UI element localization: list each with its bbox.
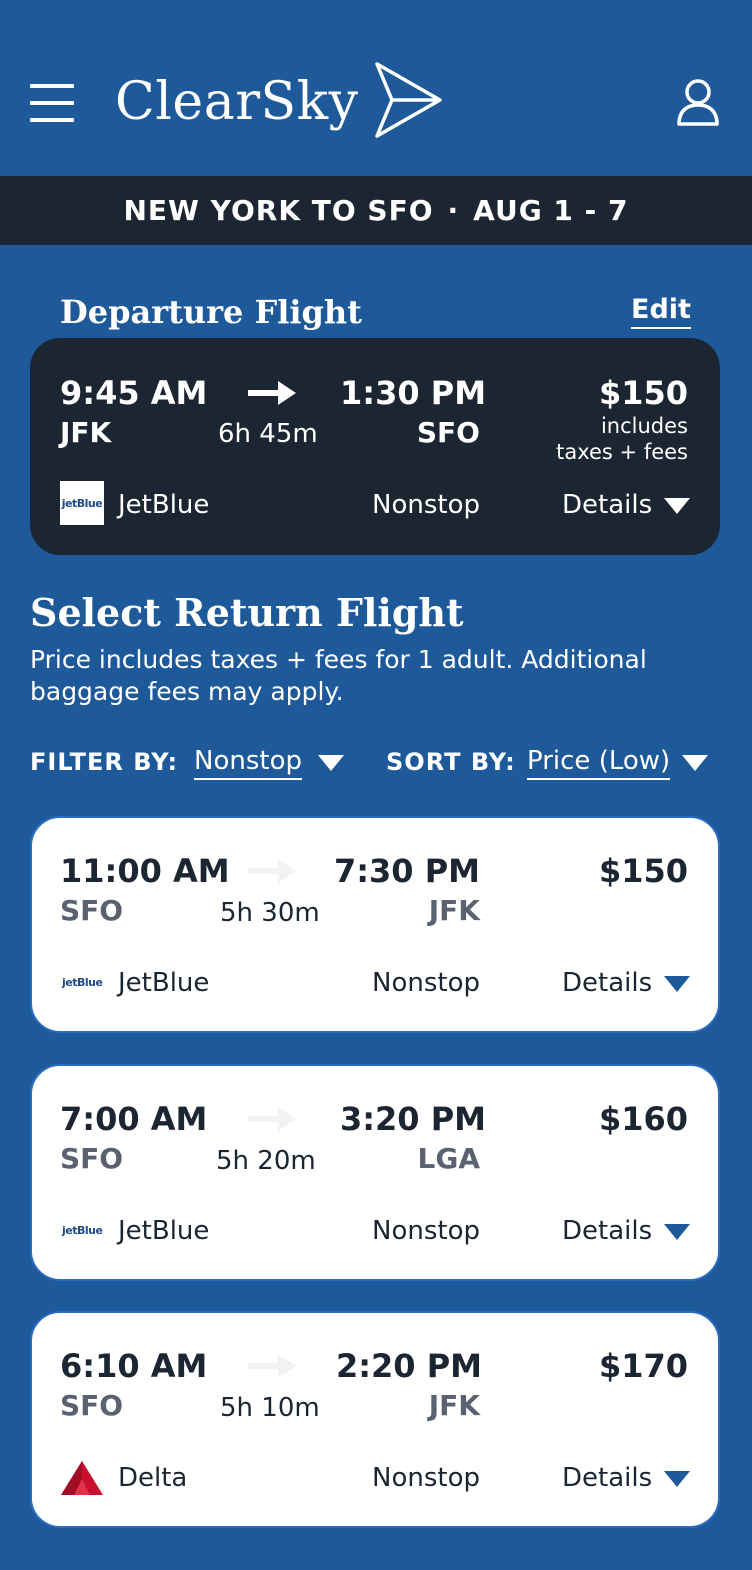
details-toggle[interactable]: Details (562, 1462, 691, 1494)
paper-plane-icon (375, 62, 442, 138)
user-icon[interactable] (676, 78, 720, 126)
details-label: Details (562, 1216, 653, 1246)
price-note-line-1: includes (600, 414, 688, 438)
jetblue-logo: jetBlue (62, 1224, 103, 1237)
depart-airport: SFO (60, 894, 124, 927)
departure-flight-card: 9:45 AM JFK 6h 45m 1:30 PM SFO $150 incl… (30, 338, 720, 555)
departure-section-title: Departure Flight (60, 293, 362, 331)
arrow-right-icon (248, 381, 296, 405)
arrive-airport: SFO (416, 416, 480, 449)
details-label: Details (562, 968, 653, 998)
route-separator: · (447, 194, 460, 227)
app-logo-text: ClearSky (115, 72, 359, 132)
jetblue-logo: jetBlue (62, 976, 103, 989)
delta-logo (61, 1461, 103, 1495)
details-label: Details (562, 490, 653, 520)
flight-price: $170 (598, 1347, 688, 1385)
stops-label: Nonstop (372, 490, 480, 520)
sort-dropdown[interactable]: Price (Low) (527, 746, 709, 780)
arrive-time: 1:30 PM (340, 374, 487, 412)
details-toggle[interactable]: Details (562, 1215, 691, 1247)
route-text: NEW YORK TO SFO (123, 194, 434, 227)
filter-value: Nonstop (194, 746, 302, 780)
airline-name: JetBlue (118, 1216, 210, 1246)
edit-departure-link[interactable]: Edit (631, 294, 691, 329)
sort-by-label: SORT BY: (386, 748, 516, 776)
airline-name: JetBlue (118, 968, 210, 998)
chevron-down-icon (682, 755, 709, 771)
flight-price: $150 (598, 852, 688, 890)
arrive-airport: JFK (428, 1389, 480, 1422)
airline-name: JetBlue (118, 490, 210, 520)
stops-label: Nonstop (372, 1216, 480, 1246)
chevron-down-icon (318, 755, 344, 771)
arrive-airport: LGA (417, 1142, 481, 1175)
flight-duration: 6h 45m (218, 419, 318, 449)
chevron-down-icon (664, 1223, 691, 1240)
depart-airport: SFO (60, 1142, 124, 1175)
arrive-time: 3:20 PM (339, 1100, 486, 1138)
route-summary-bar: NEW YORK TO SFO · AUG 1 - 7 (0, 176, 752, 245)
return-flight-card[interactable]: 11:00 AM SFO 5h 30m 7:30 PM JFK $150 jet… (30, 816, 720, 1033)
return-section-title: Select Return Flight (30, 590, 464, 635)
arrive-airport: JFK (428, 894, 480, 927)
price-note-line-2: taxes + fees (556, 440, 688, 464)
flight-duration: 5h 10m (220, 1393, 320, 1423)
sort-value: Price (Low) (527, 746, 671, 780)
chevron-down-icon (664, 497, 691, 514)
details-toggle[interactable]: Details (562, 489, 691, 521)
stops-label: Nonstop (372, 968, 480, 998)
depart-time: 6:10 AM (60, 1347, 208, 1385)
filter-dropdown[interactable]: Nonstop (194, 746, 344, 780)
depart-time: 7:00 AM (60, 1100, 208, 1138)
flight-duration: 5h 20m (216, 1146, 316, 1176)
arrive-time: 7:30 PM (333, 852, 480, 890)
depart-airport: SFO (60, 1389, 124, 1422)
depart-airport: JFK (60, 416, 112, 449)
return-flight-card[interactable]: 6:10 AM SFO 5h 10m 2:20 PM JFK $170 Delt… (30, 1311, 720, 1528)
flight-duration: 5h 30m (220, 898, 320, 928)
airline-name: Delta (118, 1463, 188, 1493)
route-dates: AUG 1 - 7 (473, 194, 629, 227)
jetblue-logo: jetBlue (60, 481, 104, 525)
chevron-down-icon (664, 1470, 691, 1487)
return-flight-card[interactable]: 7:00 AM SFO 5h 20m 3:20 PM LGA $160 jetB… (30, 1064, 720, 1281)
menu-icon[interactable] (30, 84, 74, 122)
details-toggle[interactable]: Details (562, 967, 691, 999)
chevron-down-icon (664, 975, 691, 992)
return-section-subtitle: Price includes taxes + fees for 1 adult.… (30, 645, 647, 706)
flight-price: $160 (598, 1100, 688, 1138)
arrow-right-icon (248, 1107, 296, 1131)
depart-time: 9:45 AM (60, 374, 208, 412)
arrive-time: 2:20 PM (335, 1347, 482, 1385)
flight-price: $150 (598, 374, 688, 412)
stops-label: Nonstop (372, 1463, 480, 1493)
depart-time: 11:00 AM (60, 852, 230, 890)
arrow-right-icon (248, 859, 296, 883)
details-label: Details (562, 1463, 653, 1493)
arrow-right-icon (248, 1354, 296, 1378)
filter-by-label: FILTER BY: (30, 748, 179, 776)
